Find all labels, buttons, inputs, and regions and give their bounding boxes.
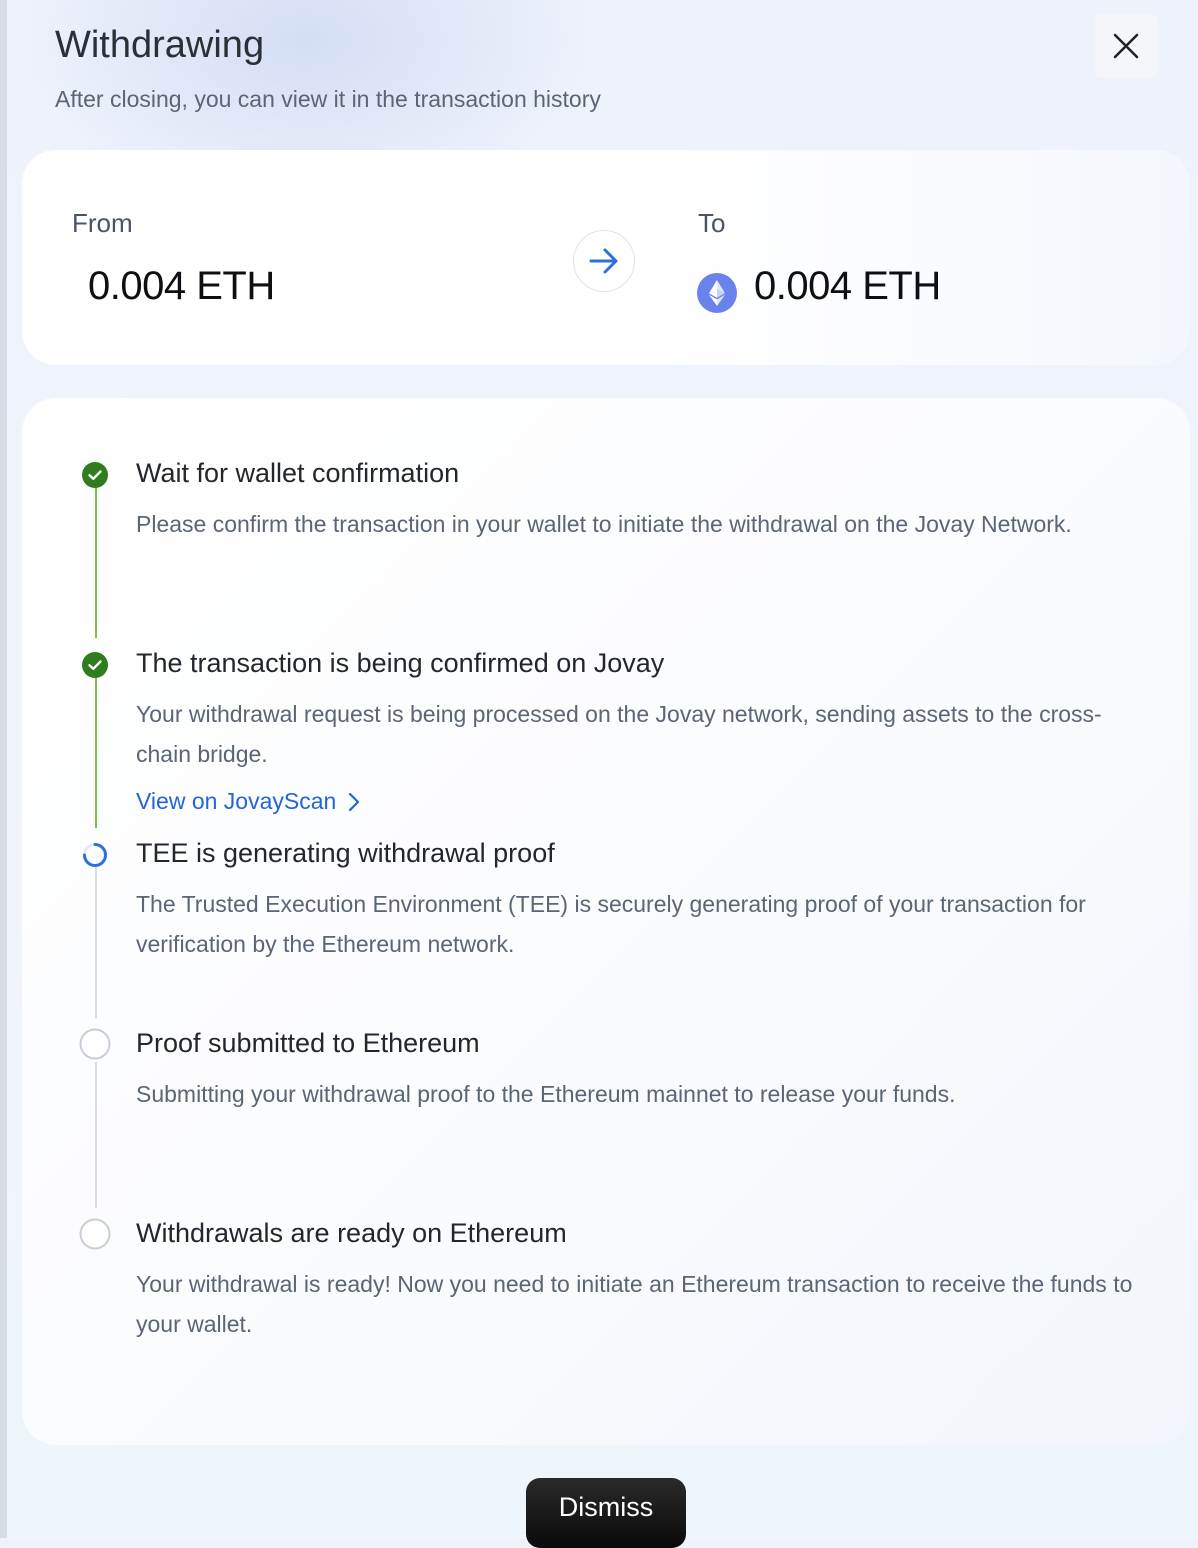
background-edge — [0, 0, 7, 1538]
check-circle-icon — [81, 461, 109, 489]
close-button[interactable] — [1094, 14, 1158, 78]
to-label: To — [698, 208, 726, 238]
to-amount: 0.004 ETH — [754, 264, 941, 308]
link-label: View on JovayScan — [136, 788, 337, 814]
arrow-right-icon — [589, 248, 618, 274]
step-connector-line — [95, 1062, 97, 1208]
from-amount: 0.004 ETH — [88, 264, 275, 308]
step-connector-line — [95, 676, 97, 828]
step-description: Please confirm the transaction in your w… — [136, 511, 1072, 537]
step-description: Your withdrawal is ready! Now you need t… — [136, 1271, 1133, 1337]
ethereum-icon — [697, 273, 737, 313]
chevron-right-icon — [349, 792, 360, 811]
step-title: The transaction is being confirmed on Jo… — [136, 648, 665, 678]
step-description: Submitting your withdrawal proof to the … — [136, 1081, 956, 1107]
step-title: Proof submitted to Ethereum — [136, 1028, 480, 1058]
loading-spinner-icon — [81, 841, 109, 869]
withdrawing-modal: Withdrawing After closing, you can view … — [7, 0, 1198, 1548]
transfer-direction — [573, 230, 635, 292]
step-connector-line — [95, 486, 97, 638]
step-title: Wait for wallet confirmation — [136, 458, 460, 488]
withdrawal-steps-card: Wait for wallet confirmation Please conf… — [22, 398, 1190, 1445]
close-icon — [1113, 33, 1139, 59]
step-connector-line — [95, 866, 97, 1018]
step-title: TEE is generating withdrawal proof — [136, 838, 555, 868]
modal-subtitle: After closing, you can view it in the tr… — [55, 86, 601, 112]
empty-circle-icon — [79, 1028, 111, 1060]
step-description: Your withdrawal request is being process… — [136, 701, 1102, 767]
step-title: Withdrawals are ready on Ethereum — [136, 1218, 567, 1248]
view-on-jovayscan-link[interactable]: View on JovayScan — [136, 788, 360, 815]
empty-circle-icon — [79, 1218, 111, 1250]
modal-title: Withdrawing — [55, 24, 265, 66]
from-label: From — [72, 208, 133, 238]
transfer-summary-card: From 0.004 ETH To 0.004 ETH — [22, 150, 1190, 365]
check-circle-icon — [81, 651, 109, 679]
step-description: The Trusted Execution Environment (TEE) … — [136, 891, 1086, 957]
